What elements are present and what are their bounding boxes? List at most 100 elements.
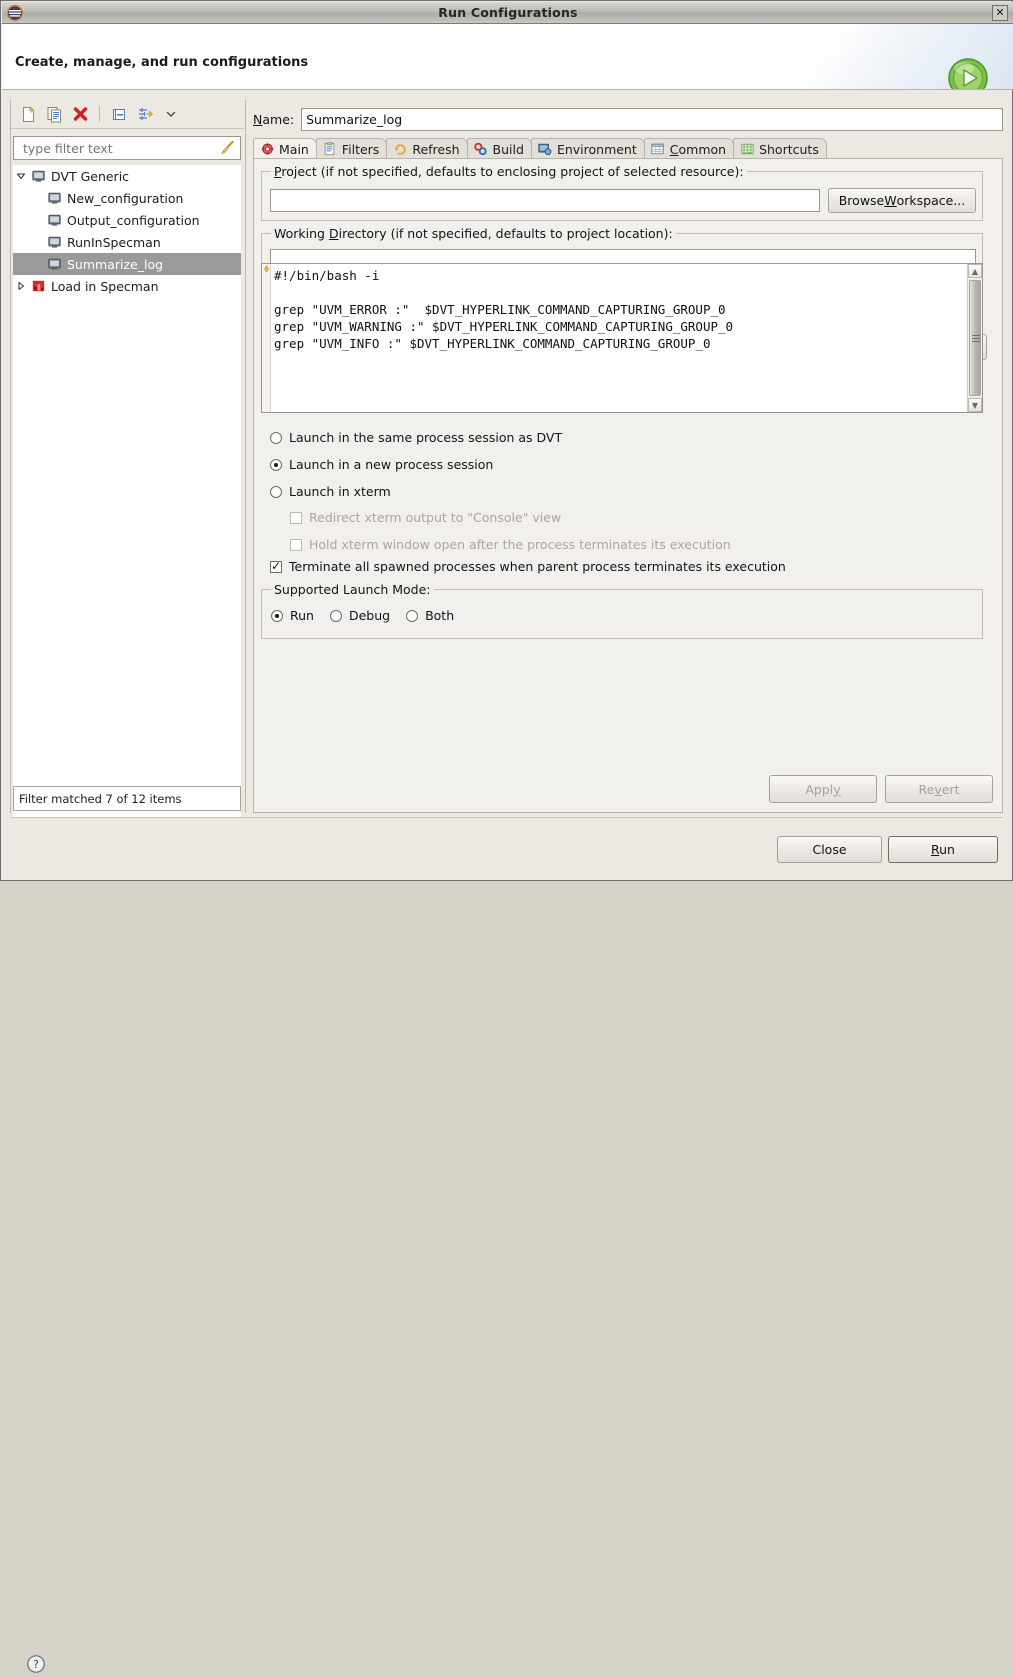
session-options-list: Launch in the same process session as DV… bbox=[270, 424, 970, 505]
filter-icon[interactable] bbox=[133, 103, 157, 126]
checkbox-icon[interactable] bbox=[270, 561, 282, 573]
name-input[interactable] bbox=[301, 108, 1003, 131]
dialog-header: Create, manage, and run configurations bbox=[2, 24, 1013, 90]
chevron-right-icon[interactable] bbox=[13, 281, 29, 291]
tree-item-summarize-log[interactable]: Summarize_log bbox=[13, 253, 241, 275]
duplicate-icon[interactable] bbox=[42, 103, 66, 126]
checkbox-icon bbox=[290, 539, 302, 551]
session-option-1[interactable]: Launch in a new process session bbox=[270, 451, 970, 478]
tree-item-label: Summarize_log bbox=[63, 257, 163, 272]
tree-item-label: New_configuration bbox=[63, 191, 183, 206]
radio-icon[interactable] bbox=[270, 459, 282, 471]
filter-box[interactable] bbox=[13, 136, 241, 160]
tab-filters[interactable]: Filters bbox=[316, 138, 387, 159]
project-group-title: Project (if not specified, defaults to e… bbox=[271, 164, 747, 179]
tree-item-load-in-specman[interactable]: Load in Specman bbox=[13, 275, 241, 297]
close-button[interactable]: Close bbox=[777, 836, 882, 863]
editor-scrollbar[interactable]: ▲ ▼ bbox=[967, 264, 982, 412]
run-button[interactable]: Run bbox=[888, 836, 998, 863]
xterm-checkbox-1: Hold xterm window open after the process… bbox=[290, 531, 970, 558]
tab-refresh[interactable]: Refresh bbox=[386, 138, 467, 159]
tab-build[interactable]: Build bbox=[467, 138, 532, 159]
filters-tab-icon bbox=[322, 142, 338, 156]
launch-mode-run[interactable]: Run bbox=[271, 608, 314, 623]
project-input[interactable] bbox=[270, 189, 820, 212]
xterm-checkbox-0: Redirect xterm output to "Console" view bbox=[290, 504, 970, 531]
terminate-processes-label: Terminate all spawned processes when par… bbox=[289, 559, 786, 574]
config-icon bbox=[45, 191, 63, 205]
xterm-options-list: Redirect xterm output to "Console" viewH… bbox=[290, 504, 970, 558]
filter-status-label: Filter matched 7 of 12 items bbox=[13, 786, 241, 811]
tree-item-runinspecman[interactable]: RunInSpecman bbox=[13, 231, 241, 253]
tree-item-new-configuration[interactable]: New_configuration bbox=[13, 187, 241, 209]
search-input[interactable] bbox=[21, 140, 220, 157]
launch-mode-options: Run Debug Both bbox=[271, 608, 454, 623]
radio-icon[interactable] bbox=[270, 486, 282, 498]
tab-main[interactable]: Main bbox=[253, 138, 317, 159]
name-label: Name: bbox=[253, 112, 294, 127]
window-title: Run Configurations bbox=[24, 5, 992, 20]
run-button-label: Run bbox=[931, 842, 955, 857]
chevron-down-icon[interactable] bbox=[13, 171, 29, 181]
tab-label: Filters bbox=[342, 142, 379, 157]
config-icon bbox=[45, 213, 63, 227]
configurations-tree[interactable]: DVT Generic New_configuration Output_confi… bbox=[13, 165, 241, 817]
main-tab-icon bbox=[259, 142, 275, 156]
radio-icon[interactable] bbox=[271, 610, 283, 622]
script-editor[interactable]: #!/bin/bash -i grep "UVM_ERROR :" $DVT_H… bbox=[261, 263, 983, 413]
header-title: Create, manage, and run configurations bbox=[15, 55, 308, 70]
scroll-down-arrow-icon[interactable]: ▼ bbox=[968, 398, 982, 412]
help-question-icon[interactable]: ? bbox=[26, 1654, 46, 1674]
launch-mode-debug[interactable]: Debug bbox=[330, 608, 390, 623]
revert-button-label: Revert bbox=[919, 782, 960, 797]
configuration-editor: Name: Main Filters Refresh Build Environment… bbox=[253, 100, 1003, 813]
scroll-up-arrow-icon[interactable]: ▲ bbox=[968, 264, 982, 278]
collapse-all-icon[interactable] bbox=[107, 103, 131, 126]
script-content[interactable]: #!/bin/bash -i grep "UVM_ERROR :" $DVT_H… bbox=[271, 264, 967, 412]
config-icon bbox=[45, 257, 63, 271]
tree-item-label: RunInSpecman bbox=[63, 235, 161, 250]
session-option-0[interactable]: Launch in the same process session as DV… bbox=[270, 424, 970, 451]
scrollbar-thumb[interactable] bbox=[969, 280, 981, 396]
new-launch-configuration-icon[interactable] bbox=[16, 103, 40, 126]
tab-environment[interactable]: Environment bbox=[531, 138, 645, 159]
eclipse-icon bbox=[6, 4, 24, 22]
tab-panel-main: Project (if not specified, defaults to e… bbox=[253, 158, 1003, 813]
config-icon bbox=[45, 235, 63, 249]
run-configurations-window: Run Configurations ✕ Create, manage, and… bbox=[0, 0, 1013, 881]
tree-item-dvt-generic[interactable]: DVT Generic bbox=[13, 165, 241, 187]
tree-item-label: DVT Generic bbox=[47, 169, 129, 184]
radio-icon[interactable] bbox=[406, 610, 418, 622]
radio-icon[interactable] bbox=[270, 432, 282, 444]
tab-shortcuts[interactable]: Shortcuts bbox=[733, 138, 827, 159]
broom-icon[interactable] bbox=[220, 139, 236, 158]
environment-tab-icon bbox=[537, 142, 553, 156]
configurations-sidebar: DVT Generic New_configuration Output_confi… bbox=[11, 100, 244, 813]
refresh-tab-icon bbox=[392, 142, 408, 156]
launch-mode-both[interactable]: Both bbox=[406, 608, 454, 623]
name-row: Name: bbox=[253, 107, 1003, 131]
tree-item-output-configuration[interactable]: Output_configuration bbox=[13, 209, 241, 231]
project-group: Project (if not specified, defaults to e… bbox=[261, 171, 983, 221]
dialog-footer: ? Close Run bbox=[1, 818, 1012, 880]
apply-button[interactable]: Apply bbox=[769, 775, 877, 803]
window-titlebar: Run Configurations ✕ bbox=[2, 2, 1013, 24]
chevron-down-icon[interactable] bbox=[159, 103, 183, 126]
dvt-generic-icon bbox=[29, 169, 47, 183]
close-window-button[interactable]: ✕ bbox=[992, 5, 1008, 21]
tree-item-label: Load in Specman bbox=[47, 279, 159, 294]
tab-label: Build bbox=[493, 142, 524, 157]
scrollbar-grip-icon bbox=[972, 335, 980, 342]
working-directory-group-title: Working Directory (if not specified, def… bbox=[271, 226, 676, 241]
terminate-processes-checkbox[interactable]: Terminate all spawned processes when par… bbox=[270, 559, 786, 574]
project-browse-workspace-button[interactable]: Browse Workspace... bbox=[828, 188, 976, 213]
launch-mode-label: Debug bbox=[349, 608, 390, 623]
delete-icon[interactable] bbox=[68, 103, 92, 126]
tab-common[interactable]: Common bbox=[644, 138, 734, 159]
tab-label: Shortcuts bbox=[759, 142, 819, 157]
revert-button[interactable]: Revert bbox=[885, 775, 993, 803]
launch-mode-label: Run bbox=[290, 608, 314, 623]
build-tab-icon bbox=[473, 142, 489, 156]
radio-icon[interactable] bbox=[330, 610, 342, 622]
session-option-2[interactable]: Launch in xterm bbox=[270, 478, 970, 505]
